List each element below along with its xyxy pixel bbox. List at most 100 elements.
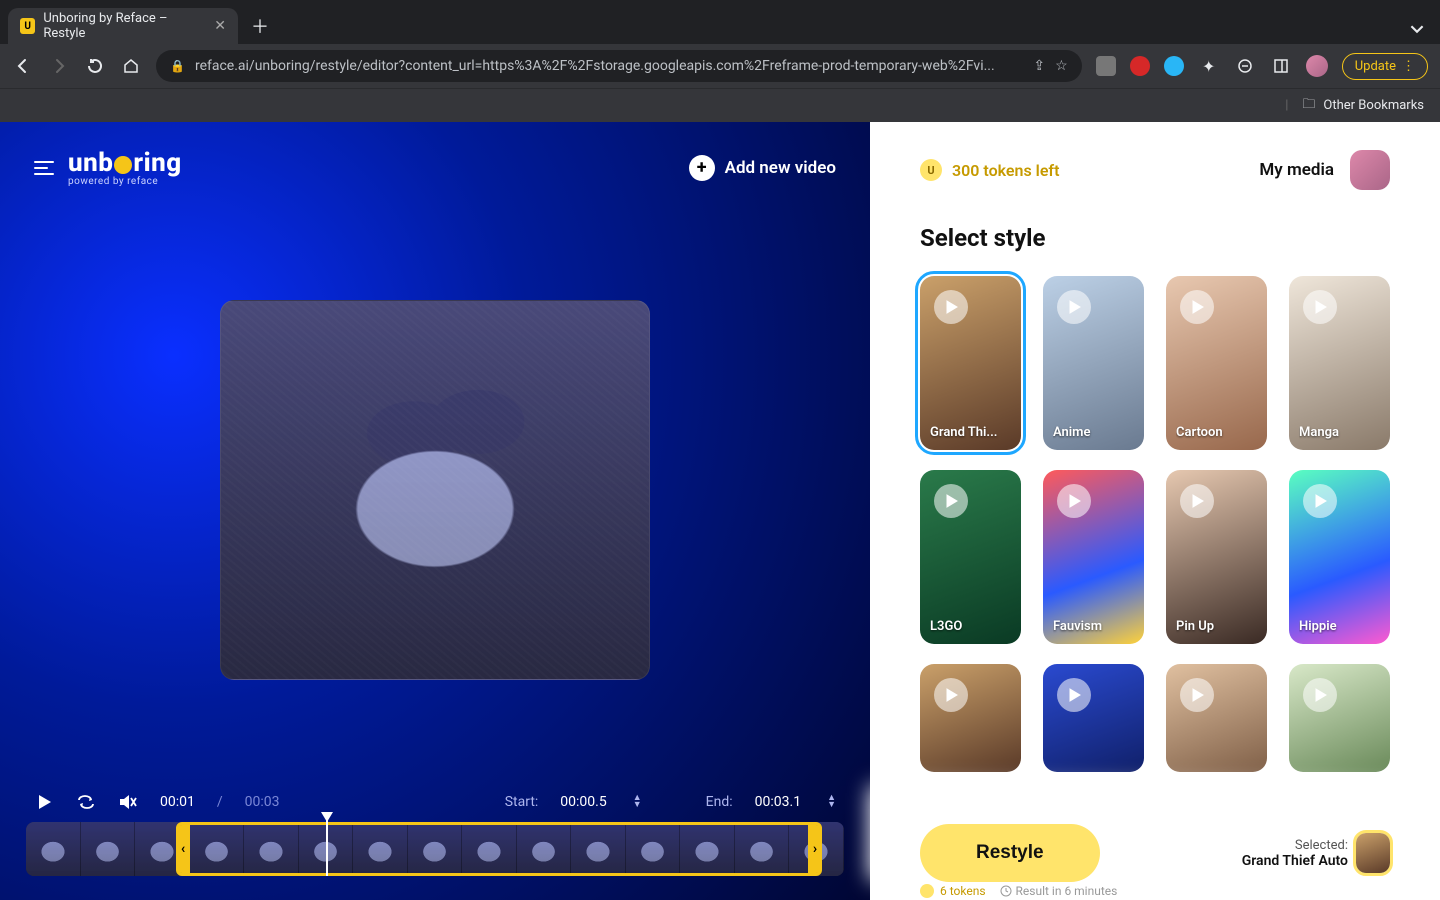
style-card[interactable]: Pin Up bbox=[1166, 470, 1267, 644]
favicon: U bbox=[20, 18, 35, 34]
style-card[interactable]: Cartoon bbox=[1166, 276, 1267, 450]
end-stepper[interactable]: ▲▼ bbox=[827, 795, 836, 809]
tab-title: Unboring by Reface – Restyle bbox=[43, 11, 206, 41]
play-icon bbox=[934, 678, 968, 712]
style-card[interactable] bbox=[1166, 664, 1267, 772]
select-style-title: Select style bbox=[920, 224, 1390, 252]
style-label: L3GO bbox=[930, 619, 1011, 634]
menu-icon[interactable] bbox=[34, 161, 54, 175]
style-card[interactable]: Grand Thi... bbox=[920, 276, 1021, 450]
browser-toolbar: 🔒 reface.ai/unboring/restyle/editor?cont… bbox=[0, 44, 1440, 88]
forward-button[interactable] bbox=[48, 55, 70, 77]
logo[interactable]: unbring bbox=[68, 148, 182, 178]
extension-icon[interactable] bbox=[1164, 56, 1184, 76]
url-text: reface.ai/unboring/restyle/editor?conten… bbox=[195, 58, 1023, 74]
timeline[interactable]: ‹ › bbox=[26, 822, 844, 876]
eta-text: Result in 6 minutes bbox=[1016, 884, 1118, 898]
tokens-badge[interactable]: U 300 tokens left bbox=[920, 159, 1060, 181]
coin-icon: U bbox=[920, 159, 942, 181]
preview-frame[interactable] bbox=[220, 300, 650, 680]
play-icon bbox=[1180, 290, 1214, 324]
timeline-selection[interactable]: ‹ › bbox=[176, 822, 822, 876]
trim-handle-left[interactable]: ‹ bbox=[176, 825, 190, 873]
selected-value: Grand Thief Auto bbox=[1242, 853, 1348, 869]
style-label: Cartoon bbox=[1176, 425, 1257, 440]
logo-o-icon bbox=[114, 156, 132, 174]
editor-panel: unbring powered by reface + Add new vide… bbox=[0, 122, 870, 900]
style-label: Fauvism bbox=[1053, 619, 1134, 634]
time-separator: / bbox=[217, 794, 223, 810]
style-label: Pin Up bbox=[1176, 619, 1257, 634]
play-icon bbox=[1180, 484, 1214, 518]
tabs-dropdown-icon[interactable] bbox=[1410, 22, 1424, 36]
back-button[interactable] bbox=[12, 55, 34, 77]
play-icon bbox=[1057, 678, 1091, 712]
folder-icon: 🗀 bbox=[1302, 95, 1315, 117]
video-preview bbox=[0, 197, 870, 782]
play-icon bbox=[1303, 484, 1337, 518]
play-icon[interactable] bbox=[34, 792, 54, 812]
share-icon[interactable]: ⇪ bbox=[1033, 58, 1045, 74]
profile-avatar[interactable] bbox=[1306, 55, 1328, 77]
user-avatar[interactable] bbox=[1350, 150, 1390, 190]
add-video-button[interactable]: + Add new video bbox=[689, 155, 836, 181]
play-icon bbox=[934, 484, 968, 518]
style-card[interactable]: L3GO bbox=[920, 470, 1021, 644]
cost-text: 6 tokens bbox=[940, 884, 986, 898]
style-card[interactable] bbox=[1289, 664, 1390, 772]
restyle-button[interactable]: Restyle bbox=[920, 824, 1100, 882]
browser-tab[interactable]: U Unboring by Reface – Restyle ✕ bbox=[8, 8, 238, 44]
style-label: Manga bbox=[1299, 425, 1380, 440]
home-button[interactable] bbox=[120, 55, 142, 77]
plus-icon: + bbox=[689, 155, 715, 181]
play-icon bbox=[934, 290, 968, 324]
style-card[interactable]: Hippie bbox=[1289, 470, 1390, 644]
selected-label: Selected: bbox=[1242, 838, 1348, 853]
update-label: Update bbox=[1355, 59, 1396, 74]
address-bar[interactable]: 🔒 reface.ai/unboring/restyle/editor?cont… bbox=[156, 50, 1082, 82]
style-card[interactable] bbox=[920, 664, 1021, 772]
style-panel: U 300 tokens left My media Select style … bbox=[870, 122, 1440, 900]
browser-tab-bar: U Unboring by Reface – Restyle ✕ ＋ bbox=[0, 0, 1440, 44]
clock-icon bbox=[1000, 885, 1012, 897]
play-icon bbox=[1057, 290, 1091, 324]
style-card[interactable]: Anime bbox=[1043, 276, 1144, 450]
time-current: 00:01 bbox=[160, 794, 195, 810]
bookmarks-bar: | 🗀 Other Bookmarks bbox=[0, 88, 1440, 122]
trim-handle-right[interactable]: › bbox=[808, 825, 822, 873]
kebab-icon: ⋮ bbox=[1402, 59, 1415, 74]
update-button[interactable]: Update ⋮ bbox=[1342, 53, 1428, 80]
bookmark-star-icon[interactable]: ☆ bbox=[1055, 58, 1068, 74]
style-label: Grand Thi... bbox=[930, 425, 1011, 440]
extensions-icon[interactable]: ✦ bbox=[1198, 55, 1220, 77]
style-card[interactable] bbox=[1043, 664, 1144, 772]
start-value: 00:00.5 bbox=[560, 794, 606, 810]
start-label: Start: bbox=[505, 794, 539, 810]
play-icon bbox=[1303, 678, 1337, 712]
reload-button[interactable] bbox=[84, 55, 106, 77]
style-label: Anime bbox=[1053, 425, 1134, 440]
extension-icon[interactable] bbox=[1130, 56, 1150, 76]
style-card[interactable]: Manga bbox=[1289, 276, 1390, 450]
my-media-link[interactable]: My media bbox=[1259, 160, 1334, 180]
sidepanel-icon[interactable] bbox=[1270, 55, 1292, 77]
start-stepper[interactable]: ▲▼ bbox=[633, 795, 642, 809]
coin-icon bbox=[920, 884, 934, 898]
other-bookmarks[interactable]: Other Bookmarks bbox=[1323, 98, 1424, 113]
style-card[interactable]: Fauvism bbox=[1043, 470, 1144, 644]
close-tab-icon[interactable]: ✕ bbox=[214, 18, 226, 34]
play-icon bbox=[1057, 484, 1091, 518]
end-value: 00:03.1 bbox=[755, 794, 801, 810]
time-duration: 00:03 bbox=[245, 794, 280, 810]
extension-icon[interactable] bbox=[1096, 56, 1116, 76]
selected-thumb bbox=[1356, 833, 1390, 873]
play-icon bbox=[1303, 290, 1337, 324]
new-tab-button[interactable]: ＋ bbox=[246, 12, 274, 40]
mute-icon[interactable] bbox=[118, 792, 138, 812]
loop-icon[interactable] bbox=[76, 792, 96, 812]
play-icon bbox=[1180, 678, 1214, 712]
extension-icon[interactable] bbox=[1234, 55, 1256, 77]
playhead[interactable] bbox=[326, 814, 328, 876]
tokens-text: 300 tokens left bbox=[952, 161, 1060, 180]
style-label: Hippie bbox=[1299, 619, 1380, 634]
